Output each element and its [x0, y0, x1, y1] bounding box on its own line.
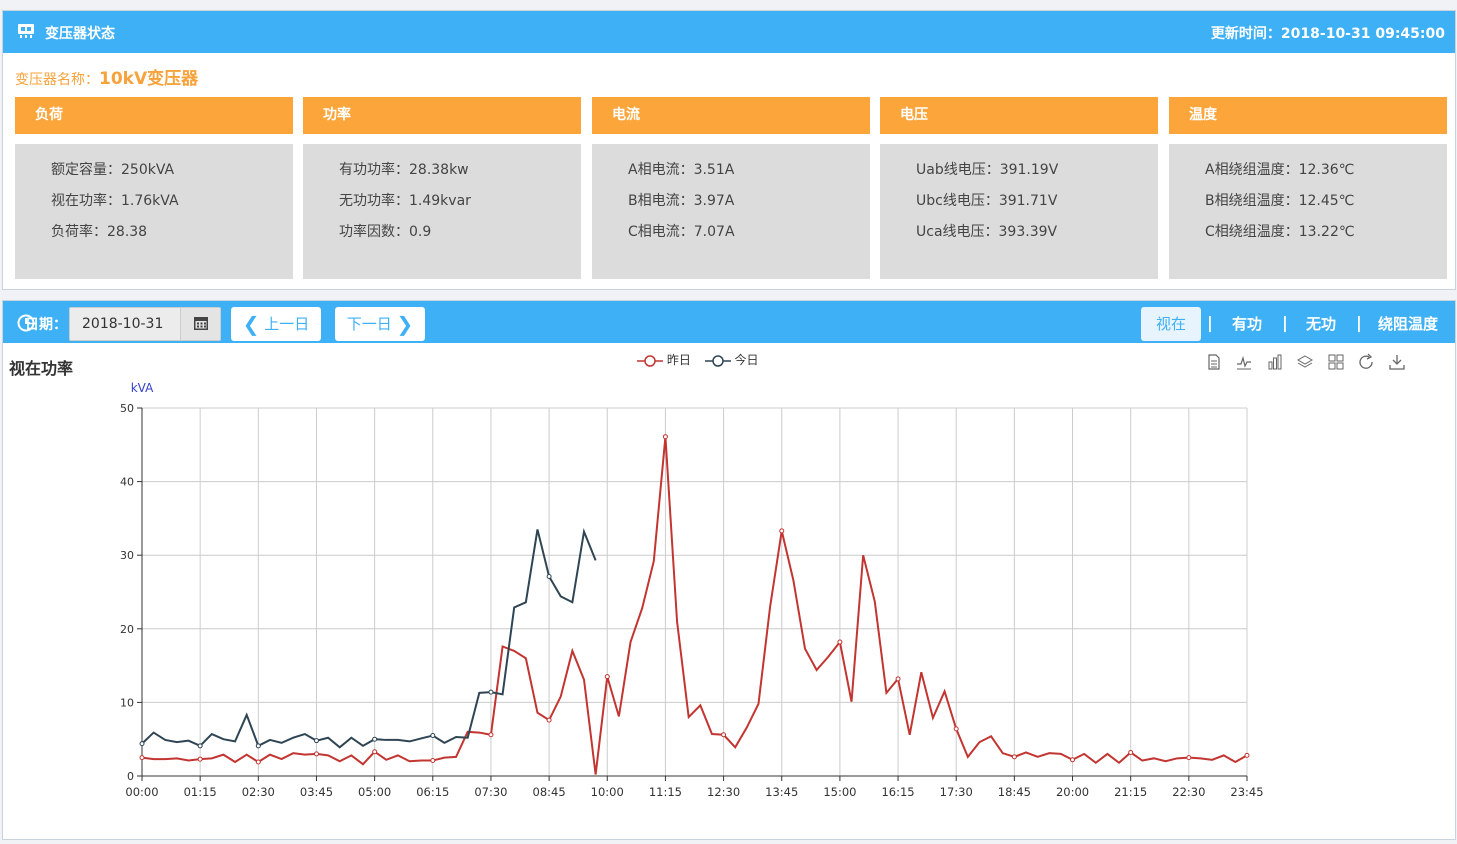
card-body-0: 额定容量：250kVA 视在功率：1.76kVA 负荷率：28.38 — [15, 144, 293, 279]
card-value: 有功功率：28.38kw — [339, 162, 469, 178]
card-value: B相电流：3.97A — [628, 193, 735, 209]
series-line-1 — [141, 527, 597, 749]
card-value: C相绕组温度：13.22℃ — [1205, 224, 1355, 240]
data-point — [546, 717, 552, 723]
data-point — [255, 759, 261, 765]
card-body-3: Uab线电压：391.19V Ubc线电压：391.71V Uca线电压：393.3… — [880, 144, 1158, 279]
x-tick-label: 05:00 — [358, 785, 391, 799]
data-point — [1244, 752, 1250, 758]
data-point — [313, 751, 319, 757]
card-value: Ubc线电压：391.71V — [916, 193, 1058, 209]
data-point — [779, 528, 785, 534]
data-point — [1186, 755, 1192, 761]
update-time: 更新时间：2018-10-31 09:45:00 — [1210, 26, 1445, 42]
x-tick-label: 08:45 — [533, 785, 566, 799]
x-tick-label: 03:45 — [300, 785, 333, 799]
x-tick-label: 01:15 — [184, 785, 217, 799]
card-body-2: A相电流：3.51A B相电流：3.97A C相电流：7.07A — [592, 144, 870, 279]
data-point — [430, 733, 436, 739]
y-tick-label: 0 — [127, 770, 134, 783]
card-body-1: 有功功率：28.38kw 无功功率：1.49kvar 功率因数：0.9 — [303, 144, 581, 279]
data-point — [372, 736, 378, 742]
y-tick-label: 20 — [120, 623, 134, 636]
data-point — [895, 676, 901, 682]
x-tick-label: 22:30 — [1172, 785, 1205, 799]
y-tick-label: 30 — [120, 549, 134, 562]
card-title-0: 负荷 — [15, 97, 293, 134]
y-tick-label: 50 — [120, 402, 134, 415]
transformer-status-panel: 变压器状态 更新时间：2018-10-31 09:45:00 变压器名称：10k… — [2, 10, 1456, 290]
chart-area: 0 10 20 30 40 50 00:00 01:15 02:30 03:45 05:00 06:1… — [120, 381, 1264, 799]
transformer-name: 变压器名称：10kV变压器 — [15, 69, 199, 89]
y-tick-label: 10 — [120, 696, 134, 709]
status-title: 变压器状态 — [45, 26, 115, 42]
card-value: B相绕组温度：12.45℃ — [1205, 193, 1355, 209]
card-title-2: 电流 — [592, 97, 870, 134]
card-value: 视在功率：1.76kVA — [51, 193, 179, 209]
data-point — [953, 726, 959, 732]
x-tick-label: 11:15 — [649, 785, 682, 799]
data-point — [372, 749, 378, 755]
data-point — [604, 674, 610, 680]
x-tick-label: 20:00 — [1056, 785, 1089, 799]
card-body-4: A相绕组温度：12.36℃ B相绕组温度：12.45℃ C相绕组温度：13.22℃ — [1169, 144, 1447, 279]
card-value: 无功功率：1.49kvar — [339, 193, 471, 209]
x-tick-label: 00:00 — [125, 785, 158, 799]
card-value: Uca线电压：393.39V — [916, 224, 1058, 240]
x-tick-label: 02:30 — [242, 785, 275, 799]
card-title-4: 温度 — [1169, 97, 1447, 134]
x-tick-label: 16:15 — [881, 785, 914, 799]
status-header: 变压器状态 更新时间：2018-10-31 09:45:00 — [3, 11, 1455, 53]
x-tick-label: 15:00 — [823, 785, 856, 799]
data-point — [546, 574, 552, 580]
chart-panel: 日期： 2018-10-31 ❮ 上一日 下一日 ❯ 视在 | 有功 | 无功 — [2, 300, 1456, 840]
data-point — [1011, 754, 1017, 760]
data-point — [139, 755, 145, 761]
card-title-3: 电压 — [880, 97, 1158, 134]
data-point — [1128, 749, 1134, 755]
data-point — [488, 732, 494, 738]
data-point — [139, 741, 145, 747]
series-line-0 — [141, 436, 1248, 775]
card-value: 额定容量：250kVA — [51, 162, 175, 178]
x-tick-label: 10:00 — [591, 785, 624, 799]
y-tick-label: 40 — [120, 476, 134, 489]
data-point — [197, 743, 203, 749]
card-value: C相电流：7.07A — [628, 224, 735, 240]
card-value: A相电流：3.51A — [628, 162, 735, 178]
card-value: 功率因数：0.9 — [339, 224, 432, 240]
x-tick-label: 17:30 — [940, 785, 973, 799]
data-point — [197, 756, 203, 762]
card-value: 负荷率：28.38 — [51, 224, 148, 240]
data-point — [255, 743, 261, 749]
data-point — [837, 639, 843, 645]
x-tick-label: 18:45 — [998, 785, 1031, 799]
transformer-icon — [18, 24, 34, 38]
data-point — [662, 434, 668, 440]
card-value: A相绕组温度：12.36℃ — [1205, 162, 1355, 178]
data-point — [721, 732, 727, 738]
data-point — [488, 689, 494, 695]
data-point — [1070, 757, 1076, 763]
x-tick-label: 23:45 — [1230, 785, 1263, 799]
data-point — [313, 738, 319, 744]
x-tick-label: 07:30 — [474, 785, 507, 799]
x-tick-label: 13:45 — [765, 785, 798, 799]
x-tick-label: 06:15 — [416, 785, 449, 799]
data-point — [430, 758, 436, 764]
card-value: Uab线电压：391.19V — [916, 162, 1059, 178]
x-tick-label: 12:30 — [707, 785, 740, 799]
card-title-1: 功率 — [303, 97, 581, 134]
x-tick-label: 21:15 — [1114, 785, 1147, 799]
y-axis-label: kVA — [131, 381, 154, 395]
